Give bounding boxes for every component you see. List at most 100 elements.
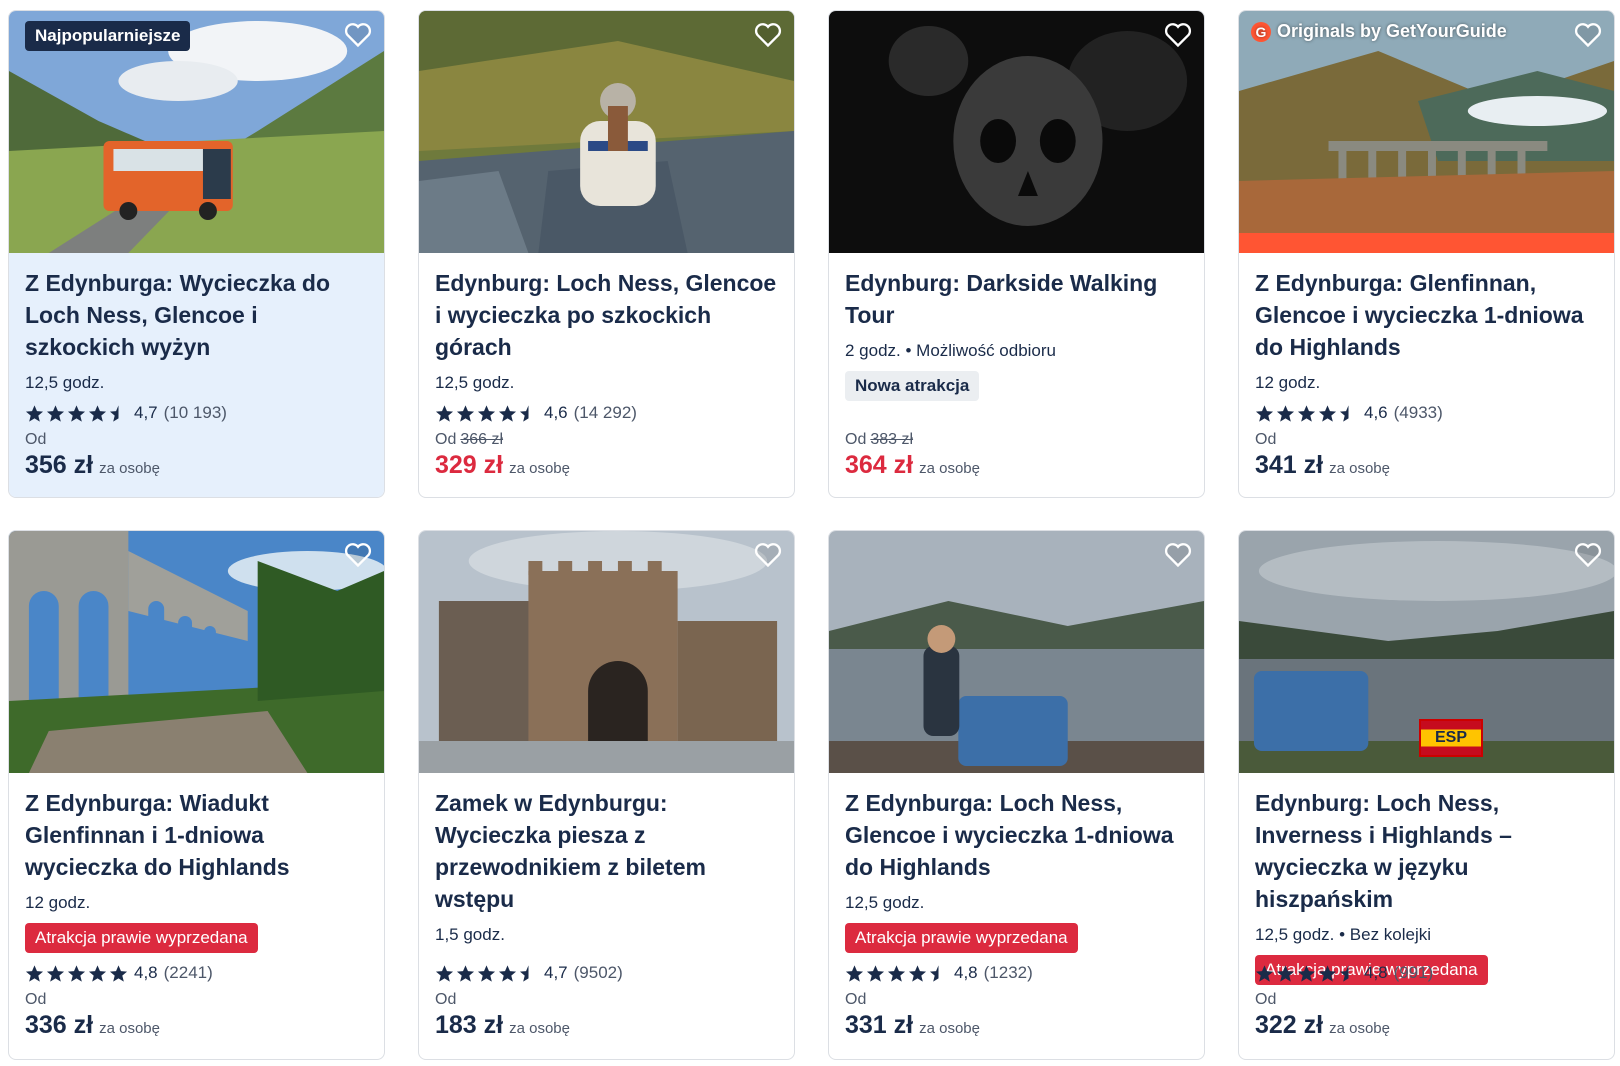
card-rating: 4,6 (4933) [1255, 403, 1443, 423]
star-rating-icon [845, 964, 948, 983]
star-rating-icon [25, 404, 128, 423]
price-per-person: za osobę [1329, 1020, 1390, 1037]
star-rating-icon [25, 964, 128, 983]
card-title[interactable]: Edynburg: Loch Ness, Glencoe i wycieczka… [435, 267, 778, 363]
price-from-label: Od [1255, 991, 1277, 1008]
card-title[interactable]: Z Edynburga: Glenfinnan, Glencoe i wycie… [1255, 267, 1598, 363]
rating-value: 4,6 [544, 403, 568, 422]
card-image[interactable] [829, 11, 1204, 253]
price-from-label: Od [435, 431, 457, 448]
activity-card[interactable]: Z Edynburga: Loch Ness, Glencoe i wyciec… [828, 530, 1205, 1060]
old-price: 366 zł [460, 431, 504, 448]
glenfinnan-viaduct-image [1239, 11, 1614, 253]
price-from-label: Od [1255, 431, 1277, 448]
price: 356 zł [25, 451, 94, 479]
card-rating: 4,6 (14 292) [435, 403, 637, 423]
card-duration: 2 godz. • Możliwość odbioru [845, 341, 1056, 360]
originals-label: Originals by GetYourGuide [1277, 21, 1507, 41]
price-per-person: za osobę [99, 1020, 160, 1037]
heart-icon[interactable] [1162, 19, 1194, 51]
card-image[interactable] [419, 11, 794, 253]
card-image[interactable]: Najpopularniejsze [9, 11, 384, 253]
spanish-flag-icon: ESP [1419, 719, 1483, 757]
price-from-label: Od [845, 991, 867, 1008]
card-rating: 4,7 (9502) [435, 963, 623, 983]
activity-card[interactable]: Zamek w Edynburgu: Wycieczka piesza z pr… [418, 530, 795, 1060]
most-popular-badge: Najpopularniejsze [25, 21, 191, 51]
review-count: (1232) [983, 963, 1033, 982]
price-per-person: za osobę [919, 460, 980, 477]
review-count: (2241) [163, 963, 213, 982]
card-title[interactable]: Z Edynburga: Wiadukt Glenfinnan i 1-dnio… [25, 787, 368, 883]
heart-icon[interactable] [342, 539, 374, 571]
price-block: Od 183 zł za osobę [435, 991, 570, 1040]
almost-sold-out-badge: Atrakcja prawie wyprzedana [25, 923, 258, 953]
card-duration: 12 godz. [25, 893, 91, 912]
rating-value: 4,7 [134, 403, 158, 422]
price-per-person: za osobę [509, 1020, 570, 1037]
originals-bar [1239, 233, 1614, 253]
price-from-label: Od [25, 431, 47, 448]
card-image[interactable]: G Originals by GetYourGuide [1239, 11, 1614, 253]
price-per-person: za osobę [919, 1020, 980, 1037]
review-count: (4933) [1393, 403, 1443, 422]
activity-card[interactable]: Edynburg: Loch Ness, Glencoe i wycieczka… [418, 10, 795, 498]
price: 183 zł [435, 1011, 504, 1039]
price: 341 zł [1255, 451, 1324, 479]
card-title[interactable]: Edynburg: Loch Ness, Inverness i Highlan… [1255, 787, 1598, 915]
heart-icon[interactable] [1572, 19, 1604, 51]
activity-card[interactable]: Najpopularniejsze Z Edynburga: Wycieczka… [8, 10, 385, 498]
review-count: (14 292) [573, 403, 637, 422]
rating-value: 4,8 [1364, 963, 1388, 982]
star-rating-icon [1255, 404, 1358, 423]
rating-value: 4,6 [1364, 403, 1388, 422]
card-title[interactable]: Edynburg: Darkside Walking Tour [845, 267, 1188, 331]
price-block: Od 336 zł za osobę [25, 991, 160, 1040]
price-block: Od 322 zł za osobę [1255, 991, 1390, 1040]
card-title[interactable]: Z Edynburga: Wycieczka do Loch Ness, Gle… [25, 267, 368, 363]
almost-sold-out-badge: Atrakcja prawie wyprzedana [845, 923, 1078, 953]
star-rating-icon [435, 404, 538, 423]
new-activity-badge: Nowa atrakcja [845, 371, 980, 401]
activity-card[interactable]: Edynburg: Darkside Walking Tour 2 godz. … [828, 10, 1205, 498]
price-from-label: Od [25, 991, 47, 1008]
card-duration: 12,5 godz. [25, 373, 105, 392]
star-rating-icon [435, 964, 538, 983]
card-rating: 4,8 (991) [1255, 963, 1433, 983]
card-image[interactable] [9, 531, 384, 773]
heart-icon[interactable] [342, 19, 374, 51]
price: 322 zł [1255, 1011, 1324, 1039]
card-rating: 4,7 (10 193) [25, 403, 227, 423]
card-title[interactable]: Zamek w Edynburgu: Wycieczka piesza z pr… [435, 787, 778, 915]
price-block: Od 383 zł 364 zł za osobę [845, 431, 980, 480]
price-block: Od 341 zł za osobę [1255, 431, 1390, 480]
activity-card[interactable]: G Originals by GetYourGuide Z Edynburga:… [1238, 10, 1615, 498]
heart-icon[interactable] [752, 539, 784, 571]
heart-icon[interactable] [1162, 539, 1194, 571]
hiker-on-rocks-image [419, 11, 794, 253]
price-per-person: za osobę [1329, 460, 1390, 477]
activity-card[interactable]: ESP Edynburg: Loch Ness, Inverness i Hig… [1238, 530, 1615, 1060]
heart-icon[interactable] [1572, 539, 1604, 571]
price-per-person: za osobę [99, 460, 160, 477]
price: 331 zł [845, 1011, 914, 1039]
rating-value: 4,8 [134, 963, 158, 982]
card-duration: 12,5 godz. [845, 893, 925, 912]
card-image[interactable]: ESP [1239, 531, 1614, 773]
old-price: 383 zł [870, 431, 914, 448]
originals-badge: G Originals by GetYourGuide [1251, 21, 1507, 42]
card-duration: 12,5 godz. [435, 373, 515, 392]
star-rating-icon [1255, 964, 1358, 983]
review-count: (9502) [573, 963, 623, 982]
card-image[interactable] [419, 531, 794, 773]
price: 336 zł [25, 1011, 94, 1039]
rating-value: 4,7 [544, 963, 568, 982]
loch-ness-sign-image [829, 531, 1204, 773]
price-from-label: Od [845, 431, 867, 448]
price-block: Od 356 zł za osobę [25, 431, 160, 480]
card-title[interactable]: Z Edynburga: Loch Ness, Glencoe i wyciec… [845, 787, 1188, 883]
price: 329 zł [435, 451, 504, 479]
activity-card[interactable]: Z Edynburga: Wiadukt Glenfinnan i 1-dnio… [8, 530, 385, 1060]
heart-icon[interactable] [752, 19, 784, 51]
card-image[interactable] [829, 531, 1204, 773]
